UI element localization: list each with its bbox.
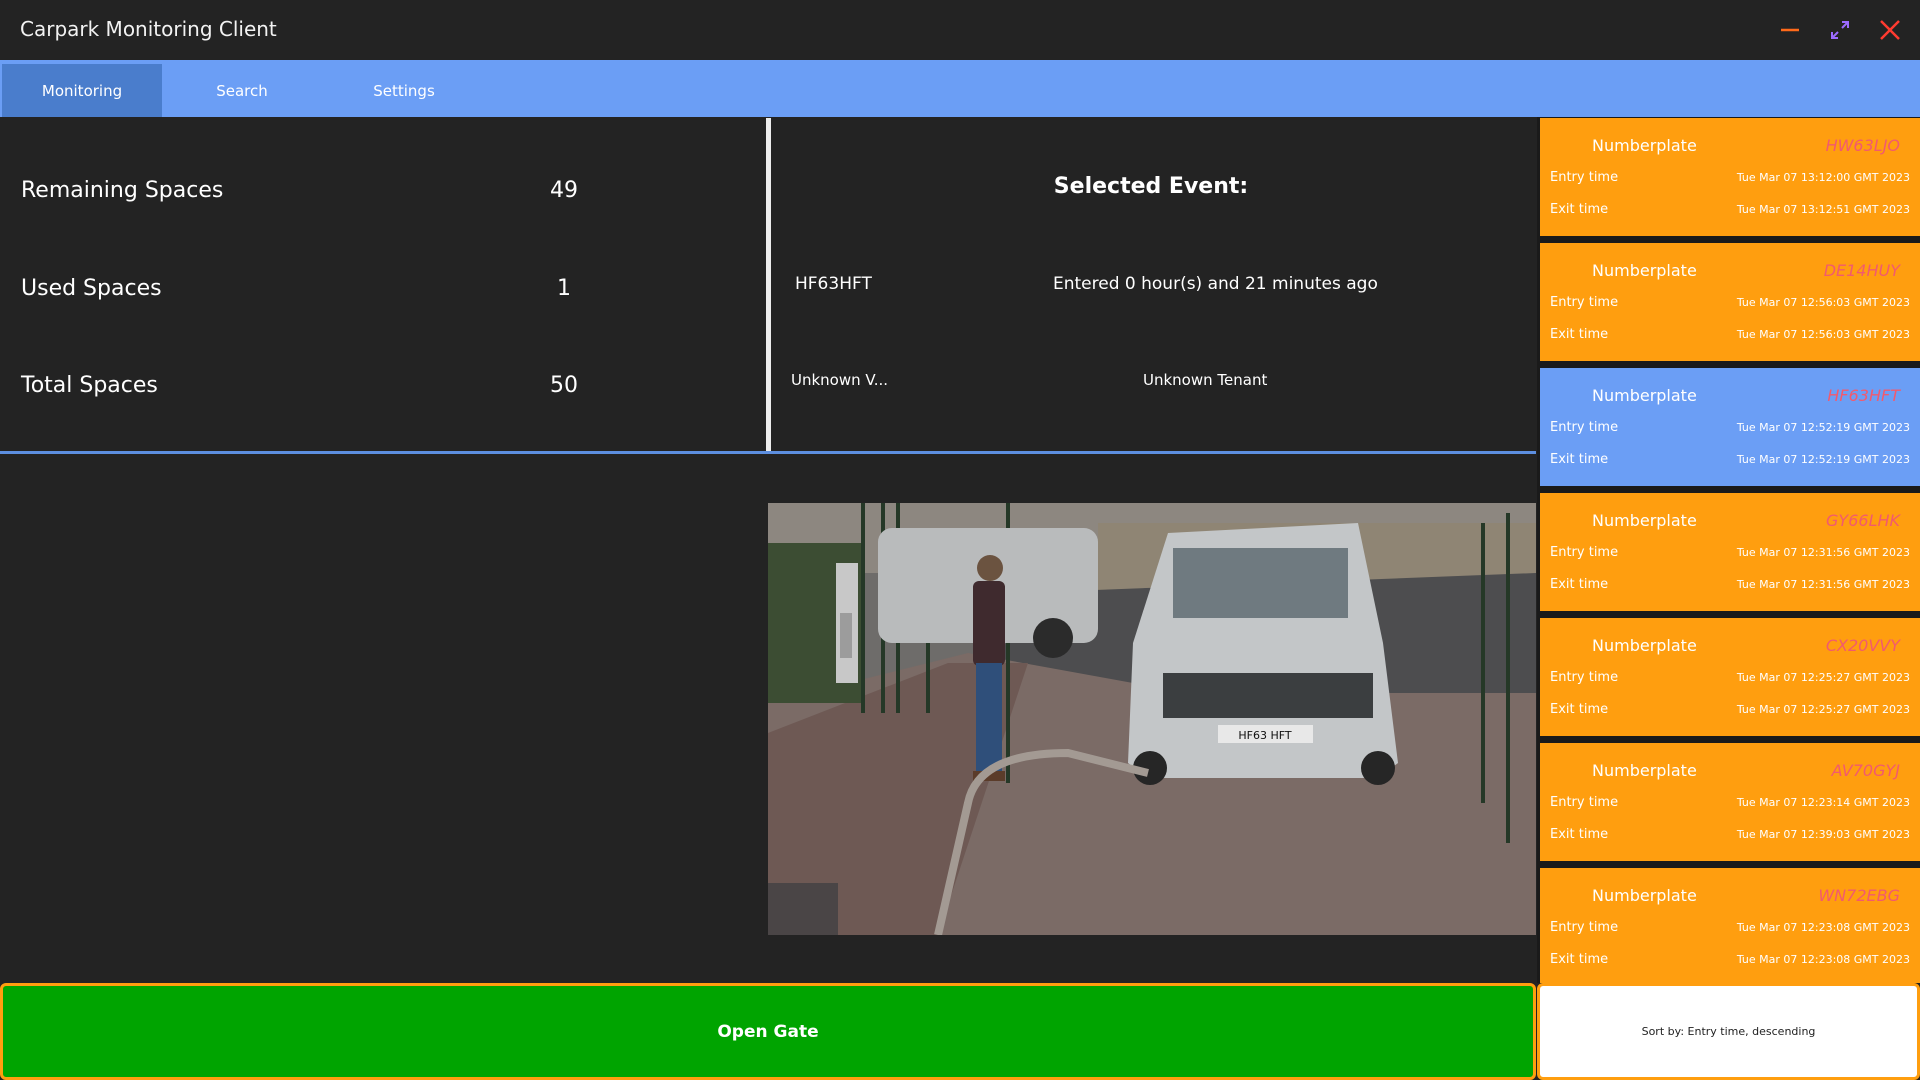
entry-time-value: Tue Mar 07 12:56:03 GMT 2023	[1736, 296, 1910, 309]
numberplate-value: AV70GYJ	[1831, 761, 1900, 780]
exit-time-label: Exit time	[1550, 327, 1609, 342]
event-card[interactable]: Numberplate HW63LJO Entry time Tue Mar 0…	[1540, 118, 1920, 236]
tab-bar: Monitoring Search Settings	[0, 60, 1920, 117]
total-spaces-value: 50	[550, 373, 578, 398]
exit-time-label: Exit time	[1550, 952, 1609, 967]
space-statistics: Remaining Spaces 49 Used Spaces 1 Total …	[0, 118, 766, 451]
exit-time-label: Exit time	[1550, 702, 1609, 717]
numberplate-label: Numberplate	[1592, 136, 1697, 155]
selected-event-tenant: Unknown Tenant	[1143, 371, 1268, 389]
entry-time-label: Entry time	[1550, 670, 1619, 685]
event-card[interactable]: Numberplate GY66LHK Entry time Tue Mar 0…	[1540, 493, 1920, 611]
numberplate-label: Numberplate	[1592, 261, 1697, 280]
event-card[interactable]: Numberplate DE14HUY Entry time Tue Mar 0…	[1540, 243, 1920, 361]
selected-event-elapsed: Entered 0 hour(s) and 21 minutes ago	[1053, 274, 1378, 294]
event-list[interactable]: Numberplate HW63LJO Entry time Tue Mar 0…	[1537, 117, 1920, 983]
tab-monitoring[interactable]: Monitoring	[2, 64, 162, 117]
entry-time-label: Entry time	[1550, 545, 1619, 560]
numberplate-label: Numberplate	[1592, 886, 1697, 905]
minimize-button[interactable]	[1770, 10, 1810, 50]
entry-time-value: Tue Mar 07 12:25:27 GMT 2023	[1736, 671, 1910, 684]
tab-search[interactable]: Search	[162, 64, 322, 117]
app-title: Carpark Monitoring Client	[20, 17, 277, 41]
sort-selector[interactable]: Sort by: Entry time, descending	[1537, 983, 1920, 1080]
carpark-monitoring-window: Carpark Monitoring Client Monitoring Sea…	[0, 0, 1920, 1080]
event-card[interactable]: Numberplate CX20VVY Entry time Tue Mar 0…	[1540, 618, 1920, 736]
numberplate-value: HW63LJO	[1825, 136, 1900, 155]
entry-time-label: Entry time	[1550, 920, 1619, 935]
entry-time-value: Tue Mar 07 12:31:56 GMT 2023	[1736, 546, 1910, 559]
title-bar: Carpark Monitoring Client	[0, 0, 1920, 60]
exit-time-label: Exit time	[1550, 827, 1609, 842]
entry-time-label: Entry time	[1550, 170, 1619, 185]
event-card[interactable]: Numberplate WN72EBG Entry time Tue Mar 0…	[1540, 868, 1920, 983]
maximize-icon	[1831, 21, 1849, 39]
exit-time-value: Tue Mar 07 12:31:56 GMT 2023	[1736, 578, 1910, 591]
entry-time-value: Tue Mar 07 12:23:08 GMT 2023	[1736, 921, 1910, 934]
exit-time-value: Tue Mar 07 13:12:51 GMT 2023	[1736, 203, 1910, 216]
total-spaces-label: Total Spaces	[21, 373, 158, 398]
remaining-spaces-label: Remaining Spaces	[21, 178, 224, 203]
numberplate-label: Numberplate	[1592, 511, 1697, 530]
remaining-spaces-value: 49	[550, 178, 578, 203]
numberplate-label: Numberplate	[1592, 636, 1697, 655]
entry-time-value: Tue Mar 07 13:12:00 GMT 2023	[1736, 171, 1910, 184]
used-spaces-row: Used Spaces 1	[0, 270, 766, 310]
remaining-spaces-row: Remaining Spaces 49	[0, 172, 766, 212]
camera-plate-text: HF63 HFT	[1238, 729, 1291, 742]
section-divider	[0, 451, 1536, 454]
selected-event-title: Selected Event:	[1053, 174, 1249, 199]
exit-time-value: Tue Mar 07 12:39:03 GMT 2023	[1736, 828, 1910, 841]
exit-time-value: Tue Mar 07 12:23:08 GMT 2023	[1736, 953, 1910, 966]
selected-event-vehicle: Unknown V...	[791, 371, 889, 389]
numberplate-label: Numberplate	[1592, 761, 1697, 780]
close-button[interactable]	[1870, 10, 1910, 50]
selected-event-panel: Selected Event: HF63HFT Entered 0 hour(s…	[771, 118, 1536, 451]
used-spaces-label: Used Spaces	[21, 276, 162, 301]
event-card-selected[interactable]: Numberplate HF63HFT Entry time Tue Mar 0…	[1540, 368, 1920, 486]
numberplate-value: DE14HUY	[1823, 261, 1900, 280]
entry-time-label: Entry time	[1550, 795, 1619, 810]
tab-settings[interactable]: Settings	[324, 64, 484, 117]
exit-time-label: Exit time	[1550, 202, 1609, 217]
event-card[interactable]: Numberplate AV70GYJ Entry time Tue Mar 0…	[1540, 743, 1920, 861]
numberplate-value: WN72EBG	[1818, 886, 1900, 905]
camera-image: HF63 HFT	[768, 503, 1536, 935]
selected-event-plate: HF63HFT	[795, 274, 872, 294]
exit-time-label: Exit time	[1550, 452, 1609, 467]
entry-time-value: Tue Mar 07 12:52:19 GMT 2023	[1736, 421, 1910, 434]
exit-time-value: Tue Mar 07 12:52:19 GMT 2023	[1736, 453, 1910, 466]
exit-time-value: Tue Mar 07 12:25:27 GMT 2023	[1736, 703, 1910, 716]
total-spaces-row: Total Spaces 50	[0, 367, 766, 407]
open-gate-button[interactable]: Open Gate	[0, 983, 1536, 1080]
maximize-button[interactable]	[1820, 10, 1860, 50]
entry-time-value: Tue Mar 07 12:23:14 GMT 2023	[1736, 796, 1910, 809]
exit-time-value: Tue Mar 07 12:56:03 GMT 2023	[1736, 328, 1910, 341]
numberplate-value: CX20VVY	[1825, 636, 1900, 655]
numberplate-value: HF63HFT	[1827, 386, 1900, 405]
entry-time-label: Entry time	[1550, 295, 1619, 310]
entry-time-label: Entry time	[1550, 420, 1619, 435]
numberplate-label: Numberplate	[1592, 386, 1697, 405]
close-icon	[1880, 20, 1900, 40]
camera-snapshot: HF63 HFT	[768, 503, 1536, 935]
exit-time-label: Exit time	[1550, 577, 1609, 592]
minimize-icon	[1781, 28, 1799, 32]
numberplate-value: GY66LHK	[1826, 511, 1900, 530]
used-spaces-value: 1	[557, 276, 571, 301]
